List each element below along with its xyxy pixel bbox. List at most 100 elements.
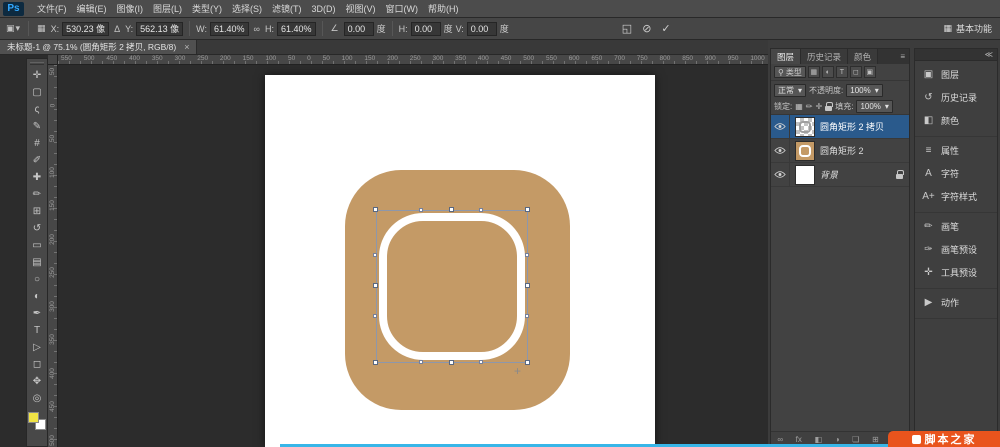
dock-panel-layers[interactable]: ▣ 图层	[915, 63, 997, 86]
blend-mode-dropdown[interactable]: 正常 ▾	[774, 84, 806, 97]
transform-handle-top-left[interactable]	[373, 207, 378, 212]
horizontal-ruler[interactable]: 5505004504003503002502001501005005010015…	[58, 55, 768, 65]
healing-brush-tool[interactable]: ✚	[27, 169, 47, 186]
brush-tool[interactable]: ✏	[27, 186, 47, 203]
opacity-dropdown[interactable]: 100% ▾	[846, 84, 882, 97]
reference-point-locator[interactable]: ▦	[35, 23, 48, 34]
transform-handle-top-right[interactable]	[525, 207, 530, 212]
workspace-switcher[interactable]: ▦ 基本功能	[943, 22, 996, 35]
filter-shape-layers-icon[interactable]: ◻	[850, 66, 862, 78]
menu-item[interactable]: 文件(F)	[32, 0, 72, 17]
skew-v-field[interactable]: 0.00	[467, 22, 497, 36]
warp-mode-icon[interactable]: ◱	[622, 22, 632, 35]
width-field[interactable]: 61.40%	[210, 22, 249, 36]
path-anchor-point[interactable]	[479, 208, 483, 212]
layer-mask-icon[interactable]: ◧	[815, 435, 823, 444]
lock-position-icon[interactable]: ✛	[816, 102, 823, 111]
layer-row-rounded-rect[interactable]: 圆角矩形 2	[771, 139, 909, 163]
dodge-tool[interactable]: ◐	[27, 288, 47, 305]
link-layers-icon[interactable]: ∞	[777, 435, 783, 444]
lasso-tool[interactable]: ς	[27, 101, 47, 118]
clone-stamp-tool[interactable]: ⊞	[27, 203, 47, 220]
menu-item[interactable]: 滤镜(T)	[267, 0, 307, 17]
transform-handle-middle-right[interactable]	[525, 283, 530, 288]
dock-panel-tool-presets[interactable]: ✛ 工具预设	[915, 261, 997, 284]
foreground-color-swatch[interactable]	[28, 412, 39, 423]
path-anchor-point[interactable]	[373, 253, 377, 257]
path-selection-tool[interactable]: ▷	[27, 339, 47, 356]
filter-adjustment-layers-icon[interactable]: ◐	[822, 66, 834, 78]
layer-name[interactable]: 背景	[820, 168, 838, 181]
menu-item[interactable]: 帮助(H)	[423, 0, 464, 17]
cancel-transform-button[interactable]: ⊘	[642, 22, 651, 35]
layer-thumbnail[interactable]	[795, 141, 815, 161]
tab-history[interactable]: 历史记录	[801, 49, 848, 64]
tab-color[interactable]: 颜色	[848, 49, 878, 64]
close-tab-icon[interactable]: ×	[184, 42, 189, 52]
filter-smart-objects-icon[interactable]: ▣	[864, 66, 876, 78]
transform-handle-top-center[interactable]	[449, 207, 454, 212]
tab-layers[interactable]: 图层	[771, 49, 801, 64]
menu-item[interactable]: 视图(V)	[341, 0, 381, 17]
dock-panel-character[interactable]: A 字符	[915, 162, 997, 185]
height-field[interactable]: 61.40%	[277, 22, 316, 36]
gradient-tool[interactable]: ▤	[27, 254, 47, 271]
path-anchor-point[interactable]	[525, 253, 529, 257]
rotation-field[interactable]: 0.00	[344, 22, 374, 36]
transform-bounding-box[interactable]	[376, 210, 528, 363]
menu-item[interactable]: 图像(I)	[112, 0, 149, 17]
quick-selection-tool[interactable]: ✎	[27, 118, 47, 135]
path-anchor-point[interactable]	[373, 314, 377, 318]
transform-handle-middle-left[interactable]	[373, 283, 378, 288]
new-layer-icon[interactable]: ⊞	[872, 435, 879, 444]
panel-menu-icon[interactable]: ≡	[878, 49, 909, 64]
visibility-eye-icon[interactable]	[771, 139, 790, 162]
crop-tool[interactable]: #	[27, 135, 47, 152]
filter-pixel-layers-icon[interactable]: ▦	[808, 66, 820, 78]
commit-transform-button[interactable]: ✓	[661, 22, 670, 35]
menu-item[interactable]: 3D(D)	[307, 0, 341, 17]
layer-filter-dropdown[interactable]: ⚲ 类型	[774, 66, 806, 78]
transform-handle-bottom-center[interactable]	[449, 360, 454, 365]
dock-panel-properties[interactable]: ≡ 属性	[915, 139, 997, 162]
path-anchor-point[interactable]	[419, 208, 423, 212]
path-anchor-point[interactable]	[525, 314, 529, 318]
lock-transparent-pixels-icon[interactable]: ▦	[795, 102, 803, 111]
layer-thumbnail[interactable]	[795, 117, 815, 137]
transform-handle-bottom-left[interactable]	[373, 360, 378, 365]
lock-all-icon[interactable]	[825, 106, 832, 111]
shape-tool[interactable]: ◻	[27, 356, 47, 373]
eyedropper-tool[interactable]: ✐	[27, 152, 47, 169]
vertical-ruler[interactable]: 50050100150200250300350400450500	[48, 65, 58, 447]
dock-panel-color[interactable]: ◧ 颜色	[915, 109, 997, 132]
marquee-tool[interactable]: ▢	[27, 84, 47, 101]
visibility-eye-icon[interactable]	[771, 115, 790, 138]
menu-item[interactable]: 窗口(W)	[381, 0, 424, 17]
layer-name[interactable]: 圆角矩形 2 拷贝	[820, 120, 884, 133]
skew-h-field[interactable]: 0.00	[411, 22, 441, 36]
zoom-tool[interactable]: ◎	[27, 390, 47, 407]
ruler-origin-corner[interactable]	[48, 55, 58, 65]
filter-type-layers-icon[interactable]: T	[836, 66, 848, 78]
path-anchor-point[interactable]	[479, 360, 483, 364]
adjustment-layer-icon[interactable]: ◑	[835, 435, 840, 444]
menu-item[interactable]: 选择(S)	[227, 0, 267, 17]
x-position-field[interactable]: 530.23 像	[62, 22, 109, 36]
dock-panel-brush-presets[interactable]: ✑ 画笔预设	[915, 238, 997, 261]
type-tool[interactable]: T	[27, 322, 47, 339]
layer-row-background[interactable]: 背景	[771, 163, 909, 187]
layer-row-rounded-rect-copy[interactable]: 圆角矩形 2 拷贝	[771, 115, 909, 139]
dock-panel-character-styles[interactable]: A+ 字符样式	[915, 185, 997, 208]
path-anchor-point[interactable]	[419, 360, 423, 364]
document-tab[interactable]: 未标题-1 @ 75.1% (圆角矩形 2 拷贝, RGB/8) ×	[0, 40, 197, 54]
hand-tool[interactable]: ✥	[27, 373, 47, 390]
eraser-tool[interactable]: ▭	[27, 237, 47, 254]
layer-style-icon[interactable]: fx	[796, 435, 802, 444]
collapse-panels-icon[interactable]: ≪	[915, 49, 997, 61]
relative-position-toggle[interactable]: Δ	[112, 24, 122, 34]
fill-dropdown[interactable]: 100% ▾	[856, 100, 892, 113]
visibility-eye-icon[interactable]	[771, 163, 790, 186]
dock-panel-brush[interactable]: ✏ 画笔	[915, 215, 997, 238]
link-dimensions-icon[interactable]: ∞	[252, 24, 262, 34]
pen-tool[interactable]: ✒	[27, 305, 47, 322]
